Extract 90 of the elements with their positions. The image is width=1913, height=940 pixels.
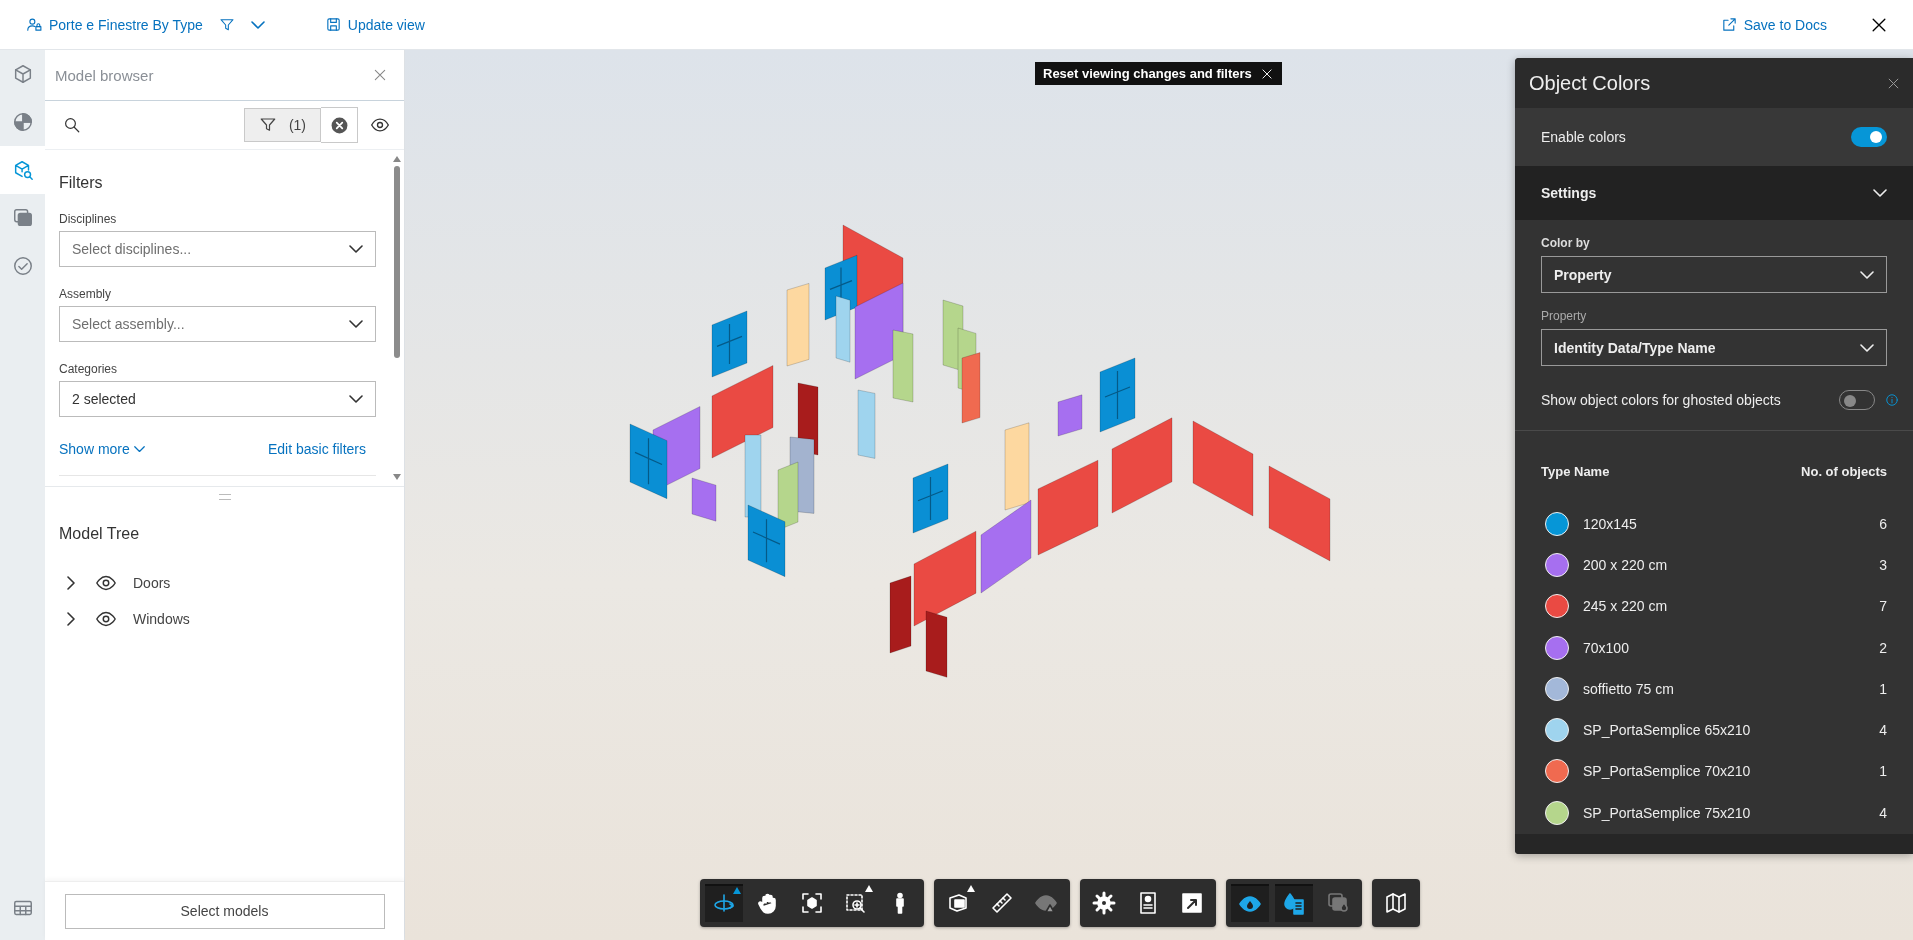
reset-view-chip[interactable]: Reset viewing changes and filters (1035, 62, 1282, 85)
field-label: Disciplines (59, 212, 118, 226)
object-count: 1 (1879, 680, 1887, 697)
field-label: Property (1541, 309, 1588, 323)
clear-filter-button[interactable] (321, 107, 358, 143)
settings-icon (1092, 891, 1116, 915)
type-name: soffietto 75 cm (1583, 680, 1675, 697)
filter-icon (258, 116, 277, 134)
section-title: Filters (59, 174, 104, 192)
type-name: 200 x 220 cm (1583, 556, 1669, 573)
chevron-down-icon (349, 395, 363, 403)
layers-drop-icon (1326, 891, 1350, 915)
dropdown-field[interactable]: Identity Data/Type Name (1541, 329, 1887, 366)
object-count: 4 (1879, 722, 1887, 739)
object-count: 1 (1879, 763, 1887, 780)
zoom-window-icon (844, 891, 868, 915)
sidebar-tab[interactable] (0, 146, 45, 194)
toolbar-button[interactable] (705, 884, 743, 922)
tree-item[interactable]: Doors (133, 575, 171, 591)
toggle-switch[interactable] (1839, 390, 1875, 410)
object-count: 4 (1879, 804, 1887, 821)
pie-chart-icon (11, 111, 34, 133)
type-name: 70x100 (1583, 639, 1630, 656)
type-name: 120x145 (1583, 515, 1638, 532)
export-icon (1720, 16, 1738, 33)
filter-button[interactable]: (1) (243, 108, 321, 142)
type-name: SP_PortaSemplice 70x210 (1583, 763, 1752, 780)
save-to-docs-link[interactable]: Save to Docs (1716, 12, 1831, 37)
column-header: Type Name (1541, 463, 1610, 479)
field-label: Categories (59, 362, 119, 376)
clear-icon (329, 115, 349, 135)
scroll-up-icon[interactable] (393, 156, 401, 162)
dropdown-field[interactable]: Property (1541, 256, 1887, 293)
section-title: Model Tree (59, 525, 141, 543)
chevron-right-icon (67, 576, 75, 590)
edit-basic-filters-link[interactable]: Edit basic filters (267, 441, 366, 457)
flyout-indicator-icon (733, 887, 741, 894)
search-icon (63, 116, 81, 134)
chevron-down-icon (349, 245, 363, 253)
layers-icon (11, 207, 34, 229)
select-models-button[interactable]: Select models (64, 893, 385, 929)
flyout-indicator-icon (865, 885, 873, 892)
settings-header[interactable]: Settings (1515, 166, 1913, 220)
panel-title: Object Colors (1529, 71, 1651, 95)
user-lock-icon (26, 16, 43, 33)
filter-icon (218, 16, 235, 33)
toolbar-button[interactable] (1275, 884, 1313, 922)
tree-item[interactable]: Windows (133, 611, 190, 627)
field-label: Color by (1541, 236, 1591, 250)
info-icon (1885, 393, 1899, 407)
chevron-down-icon (250, 20, 265, 29)
object-count: 3 (1879, 556, 1887, 573)
object-count: 2 (1879, 639, 1887, 656)
toggle-switch[interactable] (1851, 127, 1887, 147)
type-name: SP_PortaSemplice 65x210 (1583, 722, 1752, 739)
chevron-down-icon (349, 320, 363, 328)
chevron-down-icon (1860, 270, 1874, 279)
dropdown-field[interactable]: 2 selected (59, 381, 376, 417)
chevron-down-icon (1860, 343, 1874, 352)
toggle-label: Show object colors for ghosted objects (1541, 392, 1781, 408)
column-header: No. of objects (1801, 463, 1887, 479)
object-count: 7 (1879, 598, 1887, 615)
flyout-indicator-icon (967, 885, 975, 892)
field-label: Assembly (59, 287, 112, 301)
close-icon (1259, 66, 1274, 81)
show-more-link[interactable]: Show more (59, 441, 145, 457)
dropdown-field[interactable]: Select disciplines... (59, 231, 376, 267)
check-circle-icon (11, 255, 34, 277)
resize-handle[interactable] (218, 494, 231, 500)
fit-view-icon (800, 891, 824, 915)
drop-list-icon (1282, 892, 1306, 916)
scroll-down-icon[interactable] (393, 474, 401, 480)
dropdown-field[interactable]: Select assembly... (59, 306, 376, 342)
ruler-icon (990, 891, 1014, 915)
type-name: 245 x 220 cm (1583, 598, 1669, 615)
map-icon (1384, 891, 1408, 915)
chevron-right-icon (67, 612, 75, 626)
save-icon (324, 16, 342, 33)
type-name: SP_PortaSemplice 75x210 (1583, 804, 1752, 821)
panel-title: Model browser (55, 66, 154, 84)
view-name-link[interactable]: Porte e Finestre By Type (22, 12, 207, 37)
close-icon (372, 67, 388, 83)
toggle-label: Enable colors (1541, 129, 1626, 145)
fullscreen-icon (1180, 891, 1204, 915)
chevron-down-icon (1873, 189, 1887, 197)
object-count: 6 (1879, 515, 1887, 532)
section-box-icon (946, 891, 970, 915)
toolbar-button[interactable] (1231, 884, 1269, 922)
update-view-link[interactable]: Update view (320, 12, 429, 37)
chevron-down-icon (133, 445, 145, 453)
